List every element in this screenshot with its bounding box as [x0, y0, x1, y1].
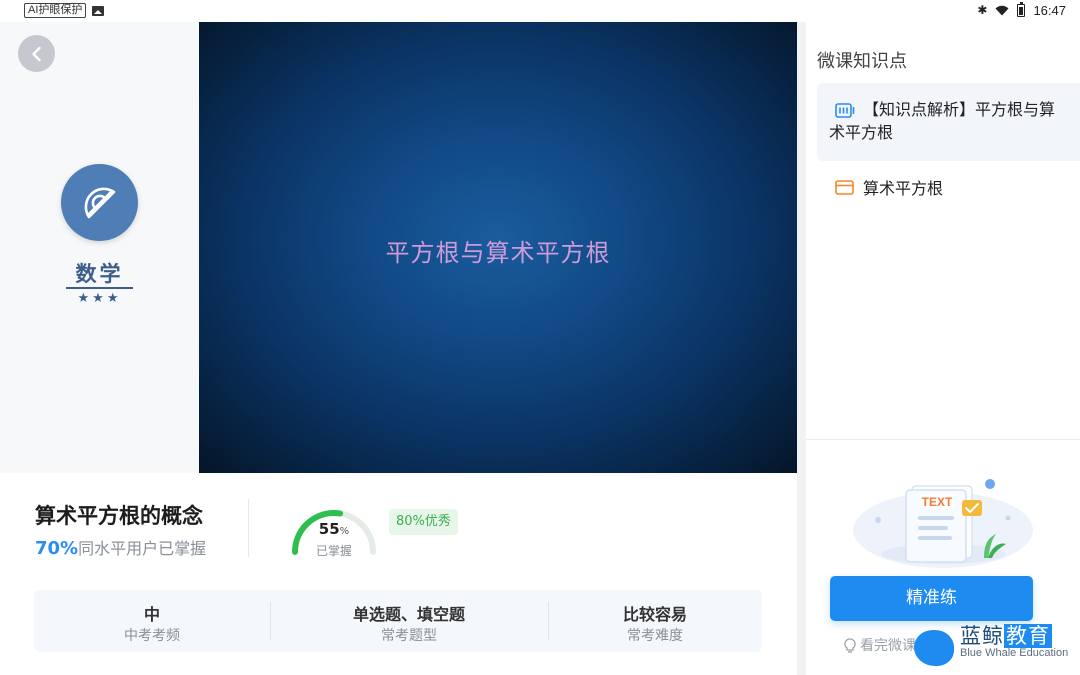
image-icon — [92, 5, 105, 16]
panel-title: 微课知识点 — [817, 51, 907, 72]
watermark-cn-prefix: 蓝鲸 — [960, 624, 1004, 648]
stat-difficulty: 比较容易 常考难度 — [548, 590, 762, 652]
gauge-value: 55% — [287, 520, 381, 538]
status-time: 16:47 — [1033, 3, 1066, 18]
status-left: AI护眼保护 — [24, 3, 105, 18]
stat-question-type: 单选题、填空题 常考题型 — [270, 590, 548, 652]
battery-icon — [1017, 2, 1026, 17]
subject-name: 数学 — [75, 262, 124, 286]
practice-button[interactable]: 精准练 — [830, 576, 1033, 621]
mastery-line: 70%同水平用户已掌握 — [35, 535, 206, 559]
illustration-text: TEXT — [922, 495, 953, 509]
gauge-number: 55 — [318, 520, 340, 538]
knowledge-item-label: 【知识点解析】平方根与算术平方根 — [829, 100, 1056, 142]
stat-label: 常考题型 — [381, 628, 437, 644]
whale-logo-icon — [914, 630, 954, 666]
subject-stars: ★★★ — [77, 291, 122, 306]
status-right: ✱ 16:47 — [977, 2, 1066, 18]
protractor-icon — [84, 187, 115, 218]
practice-illustration: TEXT — [853, 479, 1033, 568]
subject-logo — [61, 164, 138, 241]
knowledge-panel: 微课知识点 【知识点解析】平方根与算术平方根 算术平方根 TEXT 精准练 看完… — [806, 22, 1080, 675]
panel-separator — [797, 22, 806, 675]
stats-card: 中 中考考频 单选题、填空题 常考题型 比较容易 常考难度 — [34, 590, 762, 652]
stat-label: 中考考频 — [124, 628, 180, 644]
video-title: 平方根与算术平方根 — [385, 239, 611, 267]
wifi-icon — [995, 5, 1009, 16]
excellent-badge: 80%优秀 — [389, 509, 458, 535]
ai-eye-protection-badge: AI护眼保护 — [24, 3, 87, 18]
watermark-cn-box: 教育 — [1004, 624, 1052, 648]
video-player[interactable]: 平方根与算术平方根 — [199, 22, 797, 473]
mastery-percent: 70% — [35, 538, 79, 559]
status-bar: AI护眼保护 ✱ 16:47 — [0, 0, 1080, 22]
panel-divider — [806, 439, 1080, 440]
bluetooth-icon: ✱ — [977, 3, 988, 17]
stat-value: 中 — [143, 605, 160, 624]
lightbulb-icon — [844, 637, 856, 653]
brand-watermark: 蓝鲸教育 Blue Whale Education — [914, 620, 1074, 668]
knowledge-item-label: 算术平方根 — [863, 179, 944, 198]
mastery-text: 同水平用户已掌握 — [78, 539, 207, 558]
hint-line: 看完微课 — [844, 635, 916, 655]
hint-text: 看完微课 — [860, 638, 916, 654]
back-button[interactable] — [18, 35, 55, 72]
topic-title: 算术平方根的概念 — [35, 504, 203, 528]
gauge-label: 已掌握 — [315, 544, 352, 558]
subject-underline — [66, 287, 133, 289]
gauge-unit: % — [339, 526, 350, 537]
chevron-left-icon — [31, 46, 41, 61]
stat-label: 常考难度 — [627, 628, 683, 644]
info-divider — [248, 499, 249, 557]
watermark-cn: 蓝鲸教育 — [960, 620, 1052, 650]
knowledge-item-2[interactable]: 算术平方根 — [817, 168, 1080, 208]
watermark-en: Blue Whale Education — [960, 647, 1069, 659]
knowledge-item-1[interactable]: 【知识点解析】平方根与算术平方根 — [817, 83, 1080, 161]
subject-panel: 数学 ★★★ — [0, 22, 199, 473]
stat-value: 比较容易 — [622, 605, 687, 624]
stat-frequency: 中 中考考频 — [34, 590, 270, 652]
stat-value: 单选题、填空题 — [352, 605, 465, 624]
